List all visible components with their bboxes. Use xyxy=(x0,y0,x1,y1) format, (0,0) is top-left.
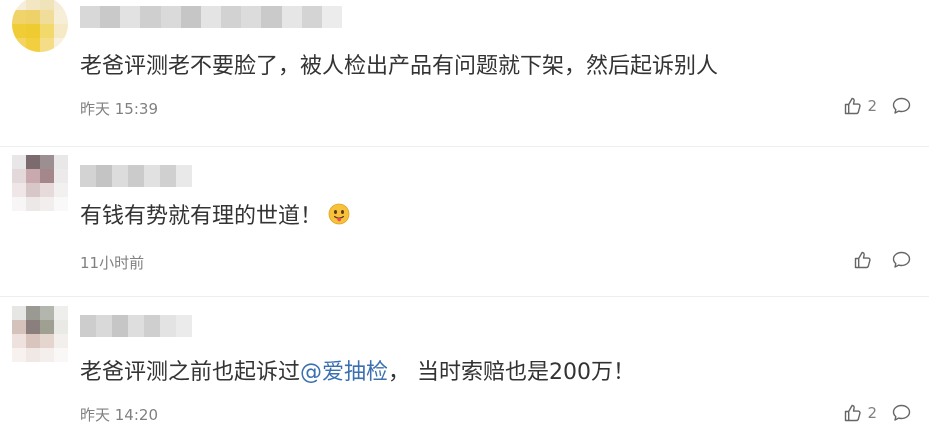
like-count: 2 xyxy=(867,404,877,422)
username-blurred[interactable] xyxy=(80,6,342,28)
comment-time: 11小时前 xyxy=(80,254,145,272)
avatar[interactable] xyxy=(12,155,68,211)
comment-time: 昨天 15:39 xyxy=(80,100,158,118)
tongue-out-emoji xyxy=(328,203,350,225)
like-count: 2 xyxy=(867,97,877,115)
comment-bubble-icon[interactable] xyxy=(891,403,912,423)
comment-text-body: 有钱有势就有理的世道！ xyxy=(80,204,323,229)
mention-link[interactable]: @爱抽检 xyxy=(300,360,388,385)
comment-text: 老爸评测老不要脸了，被人检出产品有问题就下架，然后起诉别人 xyxy=(80,54,719,79)
comment-actions: 2 xyxy=(843,403,912,423)
username-blurred[interactable] xyxy=(80,315,192,337)
comment-item: 有钱有势就有理的世道！ 11小时前 xyxy=(0,146,929,297)
comment-actions: 2 xyxy=(843,96,912,116)
like-button[interactable]: 2 xyxy=(843,403,877,423)
avatar[interactable] xyxy=(12,0,68,52)
comment-text-after: ， 当时索赔也是200万！ xyxy=(388,360,636,385)
comment-text-before: 老爸评测之前也起诉过 xyxy=(80,360,301,385)
thumbs-up-icon xyxy=(853,250,873,270)
thumbs-up-icon xyxy=(843,96,863,116)
thumbs-up-icon xyxy=(843,403,863,423)
comment-bubble-icon[interactable] xyxy=(891,96,912,116)
comment-text: 老爸评测之前也起诉过@爱抽检， 当时索赔也是200万！ xyxy=(80,358,635,388)
comment-item: 老爸评测之前也起诉过@爱抽检， 当时索赔也是200万！ 昨天 14:20 2 xyxy=(0,296,929,440)
like-button[interactable]: 2 xyxy=(843,96,877,116)
username-blurred[interactable] xyxy=(80,165,192,187)
comment-time: 昨天 14:20 xyxy=(80,406,158,424)
avatar[interactable] xyxy=(12,306,68,362)
comment-bubble-icon[interactable] xyxy=(891,250,912,270)
comment-actions xyxy=(853,250,912,270)
comment-text: 有钱有势就有理的世道！ xyxy=(80,202,350,232)
comment-item: 老爸评测老不要脸了，被人检出产品有问题就下架，然后起诉别人 昨天 15:39 2 xyxy=(0,0,929,146)
like-button[interactable] xyxy=(853,250,877,270)
